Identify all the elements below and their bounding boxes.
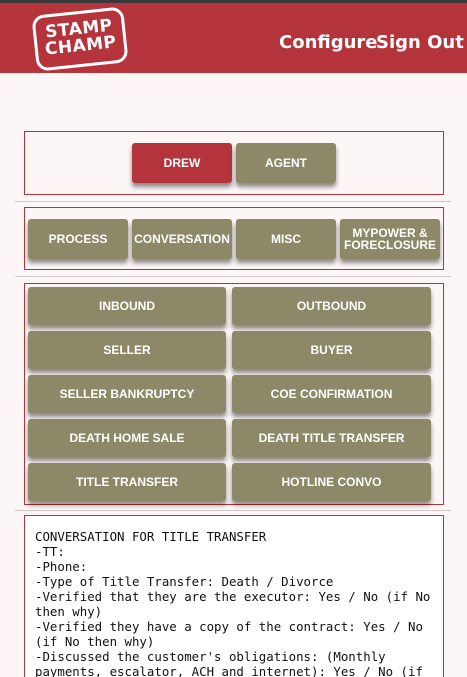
death-title-transfer-button[interactable]: DEATH TITLE TRANSFER [232,419,431,457]
coe-confirmation-button[interactable]: COE CONFIRMATION [232,375,431,413]
seller-bankruptcy-button[interactable]: SELLER BANKRUPTCY [28,375,226,413]
hotline-convo-button[interactable]: HOTLINE CONVO [232,463,431,501]
outbound-button[interactable]: OUTBOUND [232,287,431,325]
inbound-button[interactable]: INBOUND [28,287,226,325]
tab-drew[interactable]: DREW [132,143,232,183]
seller-button[interactable]: SELLER [28,331,226,369]
tab-misc[interactable]: MISC [236,219,336,259]
stamp-champ-logo[interactable]: STAMP CHAMP [31,6,129,72]
section-divider [15,276,451,277]
buyer-button[interactable]: BUYER [232,331,431,369]
tab-conversation[interactable]: CONVERSATION [132,219,232,259]
tab-agent[interactable]: AGENT [236,143,336,183]
title-transfer-button[interactable]: TITLE TRANSFER [28,463,226,501]
section-divider [15,201,451,202]
sign-out-link[interactable]: Sign Out [376,32,464,53]
death-home-sale-button[interactable]: DEATH HOME SALE [28,419,226,457]
template-text-area[interactable]: CONVERSATION FOR TITLE TRANSFER -TT: -Ph… [24,515,444,677]
user-tabs-panel [24,131,444,195]
section-divider [15,510,451,511]
app-header: STAMP CHAMP Configure Sign Out [0,0,467,73]
tab-mypower-foreclosure[interactable]: MYPOWER & FORECLOSURE [340,219,440,259]
tab-process[interactable]: PROCESS [28,219,128,259]
configure-link[interactable]: Configure [279,32,378,53]
